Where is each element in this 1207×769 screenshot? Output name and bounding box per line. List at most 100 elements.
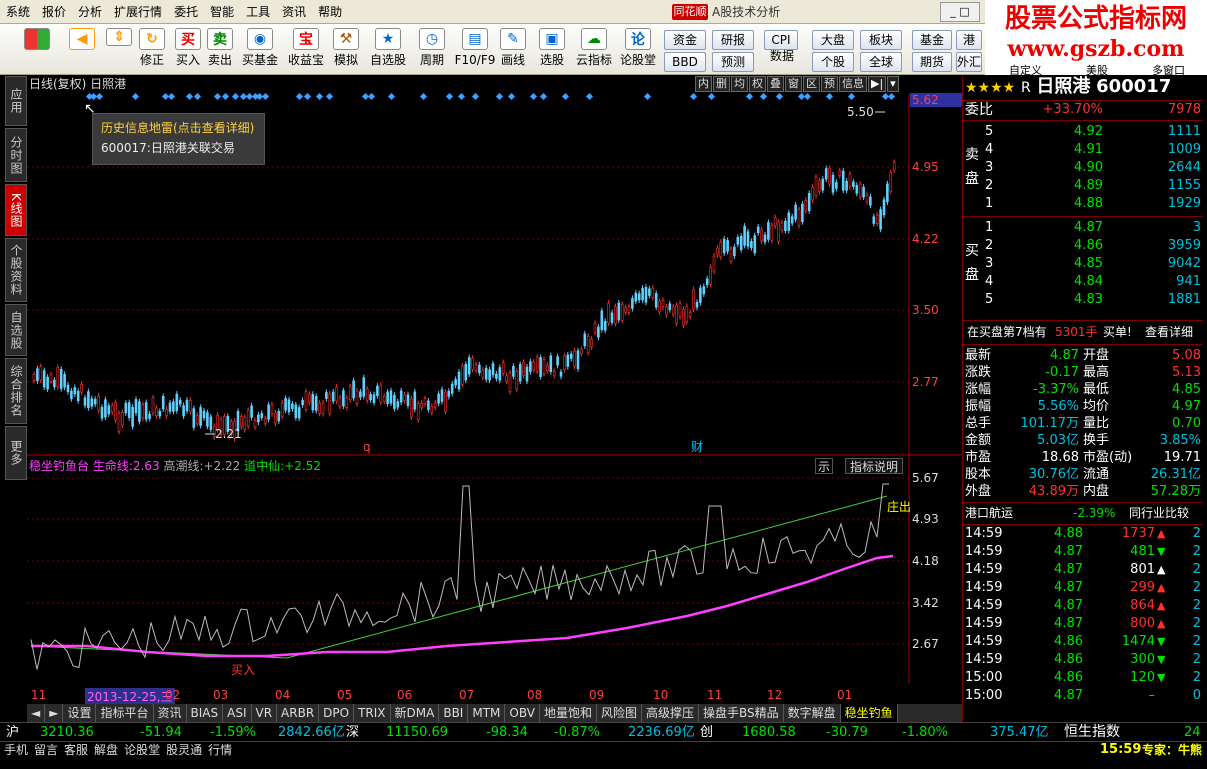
menu-news[interactable]: 资讯 xyxy=(276,0,312,24)
itab-mtm[interactable]: MTM xyxy=(468,704,506,722)
itab-volume[interactable]: 地量饱和 xyxy=(540,704,597,722)
info-mine-icon[interactable] xyxy=(775,92,784,101)
info-mine-icon[interactable] xyxy=(193,92,202,101)
sell-level-row[interactable]: 1 4.88 1929 xyxy=(963,195,1203,213)
menu-tools[interactable]: 工具 xyxy=(240,0,276,24)
info-mine-icon[interactable] xyxy=(507,92,516,101)
buy-level-row[interactable]: 3 4.85 9042 xyxy=(963,255,1203,273)
itab-obv[interactable]: OBV xyxy=(505,704,540,722)
tab-watchlist[interactable]: 自选股 xyxy=(5,304,27,356)
itab-trader-bs[interactable]: 操盘手BS精品 xyxy=(699,704,784,722)
scroll-right-icon[interactable]: ► xyxy=(45,704,64,722)
indicator-name[interactable]: 稳坐钓鱼台 xyxy=(29,459,89,473)
chart-btn-ma[interactable]: 均 xyxy=(731,76,748,92)
cloud-indicator-button[interactable]: ☁ 云指标 xyxy=(574,26,614,73)
itab-fishing[interactable]: 稳坐钓鱼 xyxy=(840,704,898,722)
gem-index[interactable]: 1680.58 xyxy=(742,723,796,742)
multi-window-button[interactable]: 多窗口 xyxy=(1152,62,1185,77)
info-mine-icon[interactable] xyxy=(221,92,230,101)
menu-ext-quote[interactable]: 扩展行情 xyxy=(108,0,168,24)
data-button[interactable]: 数据 xyxy=(762,48,802,70)
tab-kline[interactable]: K线图 xyxy=(5,184,27,236)
status-mobile[interactable]: 手机 xyxy=(4,742,28,758)
info-mine-icon[interactable] xyxy=(185,92,194,101)
sz-index[interactable]: 11150.69 xyxy=(386,723,448,742)
itab-news[interactable]: 资讯 xyxy=(154,704,187,722)
chart-btn-inner[interactable]: 内 xyxy=(695,76,712,92)
info-mine-icon[interactable] xyxy=(759,92,768,101)
info-mine-icon[interactable] xyxy=(887,92,896,101)
up-down-button[interactable]: ⇕ xyxy=(104,26,134,73)
scroll-left-icon[interactable]: ◄ xyxy=(27,704,46,722)
indicator-chart[interactable]: 5.67 4.93 4.18 3.42 2.67 买入 庄出 11 xyxy=(27,456,962,686)
tab-more[interactable]: 更多 xyxy=(5,426,27,480)
info-mine-icon[interactable] xyxy=(561,92,570,101)
itab-settings[interactable]: 设置 xyxy=(63,704,97,722)
info-mine-icon[interactable] xyxy=(689,92,698,101)
watchlist-button[interactable]: ★ 自选股 xyxy=(366,26,410,73)
info-mine-icon[interactable] xyxy=(471,92,480,101)
buy-level-row[interactable]: 4 4.84 941 xyxy=(963,273,1203,291)
sell-level-row[interactable]: 4 4.91 1009 xyxy=(963,141,1203,159)
menu-smart[interactable]: 智能 xyxy=(204,0,240,24)
fund-menu-button[interactable]: 基金 xyxy=(912,30,952,50)
info-mine-tooltip[interactable]: 历史信息地雷(点击查看详细) 600017:日照港关联交易 xyxy=(92,113,265,165)
back-button[interactable]: ◀ xyxy=(64,26,100,73)
industry-name[interactable]: 港口航运 xyxy=(965,503,1013,523)
bbd-button[interactable]: BBD xyxy=(664,52,706,72)
indicator-tab-button[interactable]: 示 xyxy=(815,458,834,474)
event-marker-finance[interactable]: 财 xyxy=(691,440,703,454)
indicator-explain-button[interactable]: 指标说明 xyxy=(845,458,904,474)
sell-level-row[interactable]: 3 4.90 2644 xyxy=(963,159,1203,177)
status-service[interactable]: 客服 xyxy=(64,742,88,758)
sell-level-row[interactable]: 2 4.89 1155 xyxy=(963,177,1203,195)
info-mine-icon[interactable] xyxy=(325,92,334,101)
status-analysis[interactable]: 解盘 xyxy=(94,742,118,758)
info-mine-icon[interactable] xyxy=(803,92,812,101)
menu-quote[interactable]: 报价 xyxy=(36,0,72,24)
info-mine-icon[interactable] xyxy=(231,92,240,101)
info-mine-icon[interactable] xyxy=(213,92,222,101)
cpi-button[interactable]: CPI xyxy=(764,30,798,50)
us-stock-button[interactable]: 美股 xyxy=(1086,62,1108,77)
stock-picker-button[interactable]: ▣ 选股 xyxy=(532,26,572,73)
hang-seng-label[interactable]: 恒生指数 xyxy=(1064,723,1120,742)
itab-trix[interactable]: TRIX xyxy=(354,704,391,722)
buy-level-row[interactable]: 5 4.83 1881 xyxy=(963,291,1203,309)
forex-button[interactable]: 外汇 xyxy=(956,52,982,72)
itab-digital[interactable]: 数字解盘 xyxy=(784,704,841,722)
fix-button[interactable]: ↻ 修正 xyxy=(136,26,168,73)
info-mine-icon[interactable] xyxy=(707,92,716,101)
itab-bias[interactable]: BIAS xyxy=(187,704,224,722)
draw-line-button[interactable]: ✎ 画线 xyxy=(498,26,528,73)
itab-bbi[interactable]: BBI xyxy=(439,704,469,722)
research-button[interactable]: 研报 xyxy=(712,30,754,50)
chart-area[interactable]: 日线(复权) 日照港 5.62 4.95 4.22 3.50 2.77 5.50… xyxy=(27,76,962,705)
period-button[interactable]: ◷ 周期 xyxy=(412,26,452,73)
info-mine-icon[interactable] xyxy=(167,92,176,101)
event-marker-q[interactable]: q xyxy=(363,440,371,454)
buy-fund-button[interactable]: ◉ 买基金 xyxy=(238,26,282,73)
info-mine-icon[interactable] xyxy=(261,92,270,101)
info-mine-icon[interactable] xyxy=(445,92,454,101)
info-mine-icon[interactable] xyxy=(585,92,594,101)
hk-button[interactable]: 港 xyxy=(956,30,982,50)
chart-btn-window[interactable]: 窗 xyxy=(785,76,802,92)
tab-intraday[interactable]: 分时图 xyxy=(5,128,27,182)
chart-btn-delete[interactable]: 删 xyxy=(713,76,730,92)
layout-button[interactable] xyxy=(18,26,56,73)
itab-support[interactable]: 高级撑压 xyxy=(642,704,699,722)
info-mine-icon[interactable] xyxy=(745,92,754,101)
itab-newdma[interactable]: 新DMA xyxy=(391,704,440,722)
info-mine-icon[interactable] xyxy=(95,92,104,101)
itab-asi[interactable]: ASI xyxy=(223,704,252,722)
sector-button[interactable]: 板块 xyxy=(860,30,902,50)
forum-button[interactable]: 论 论股堂 xyxy=(616,26,660,73)
itab-risk[interactable]: 风险图 xyxy=(597,704,642,722)
menu-trade[interactable]: 委托 xyxy=(168,0,204,24)
info-mine-icon[interactable] xyxy=(539,92,548,101)
notice-detail-link[interactable]: 查看详细 xyxy=(1145,321,1193,343)
itab-arbr[interactable]: ARBR xyxy=(277,704,320,722)
info-mine-icon[interactable] xyxy=(131,92,140,101)
profit-treasure-button[interactable]: 宝 收益宝 xyxy=(284,26,328,73)
